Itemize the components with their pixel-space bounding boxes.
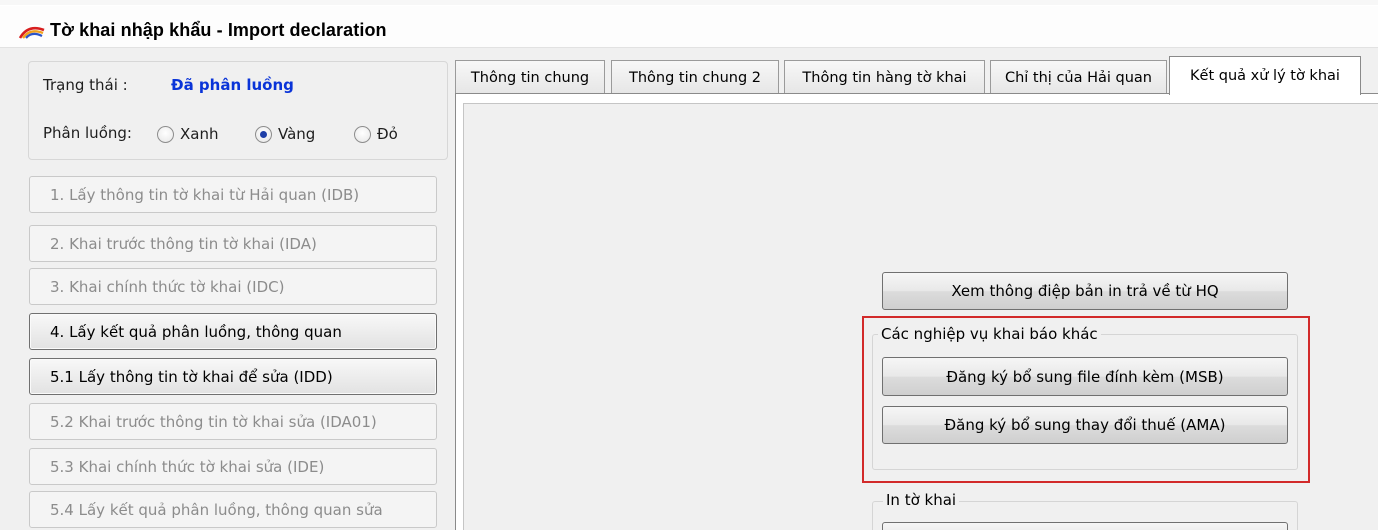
radio-yellow[interactable]: Vàng	[255, 125, 315, 143]
route-label: Phân luồng:	[43, 124, 132, 142]
print-declaration-button[interactable]	[882, 522, 1288, 530]
step-3-button[interactable]: 3. Khai chính thức tờ khai (IDC)	[29, 268, 437, 305]
step-1-button[interactable]: 1. Lấy thông tin tờ khai từ Hải quan (ID…	[29, 176, 437, 213]
step-5-2-button[interactable]: 5.2 Khai trước thông tin tờ khai sửa (ID…	[29, 403, 437, 440]
radio-yellow-label: Vàng	[278, 125, 316, 143]
step-5-1-button[interactable]: 5.1 Lấy thông tin tờ khai để sửa (IDD)	[29, 358, 437, 395]
step-5-3-button[interactable]: 5.3 Khai chính thức tờ khai sửa (IDE)	[29, 448, 437, 485]
radio-red-indicator[interactable]	[354, 125, 371, 143]
step-5-4-button[interactable]: 5.4 Lấy kết quả phân luồng, thông quan s…	[29, 491, 437, 528]
radio-red[interactable]: Đỏ	[354, 125, 398, 143]
tab-processing-result[interactable]: Kết quả xử lý tờ khai	[1169, 56, 1361, 95]
status-line: Trạng thái : Đã phân luồng	[43, 76, 294, 94]
radio-green[interactable]: Xanh	[157, 125, 218, 143]
radio-yellow-indicator[interactable]	[255, 125, 272, 143]
status-box: Trạng thái : Đã phân luồng Phân luồng: X…	[28, 61, 448, 160]
tab-strip: Thông tin chung Thông tin chung 2 Thông …	[455, 56, 1378, 95]
form-title-bar: Tờ khai nhập khẩu - Import declaration	[0, 6, 1378, 48]
radio-green-indicator[interactable]	[157, 125, 174, 143]
status-label: Trạng thái :	[43, 76, 128, 94]
form-title: Tờ khai nhập khẩu - Import declaration	[50, 20, 387, 40]
radio-red-label: Đỏ	[377, 125, 398, 143]
view-print-message-button[interactable]: Xem thông điệp bản in trả về từ HQ	[882, 272, 1288, 310]
tab-goods-info[interactable]: Thông tin hàng tờ khai	[784, 60, 985, 94]
tab-general-info[interactable]: Thông tin chung	[455, 60, 605, 94]
rainbow-logo-icon	[18, 26, 45, 39]
status-value: Đã phân luồng	[171, 76, 294, 94]
step-2-button[interactable]: 2. Khai trước thông tin tờ khai (IDA)	[29, 225, 437, 262]
tab-customs-instructions[interactable]: Chỉ thị của Hải quan	[990, 60, 1167, 94]
print-declaration-legend: In tờ khai	[883, 491, 960, 509]
tab-general-info-2[interactable]: Thông tin chung 2	[611, 60, 779, 94]
route-selection: Phân luồng: Xanh Vàng Đỏ	[43, 124, 443, 148]
step-4-button[interactable]: 4. Lấy kết quả phân luồng, thông quan	[29, 313, 437, 350]
radio-green-label: Xanh	[180, 125, 219, 143]
red-highlight-frame	[862, 316, 1310, 483]
